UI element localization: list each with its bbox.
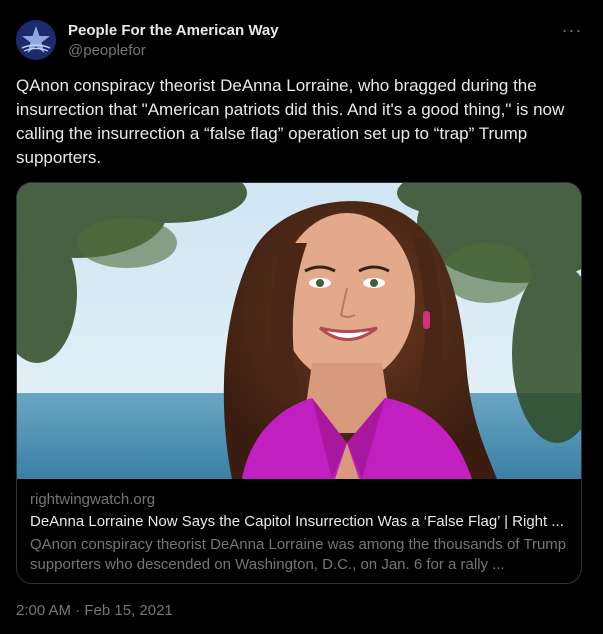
card-description: QAnon conspiracy theorist DeAnna Lorrain… bbox=[30, 536, 567, 573]
link-card[interactable]: rightwingwatch.org DeAnna Lorraine Now S… bbox=[16, 182, 582, 584]
tweet: People For the American Way @peoplefor ·… bbox=[0, 0, 603, 634]
tweet-text: QAnon conspiracy theorist DeAnna Lorrain… bbox=[16, 76, 565, 167]
author-handle[interactable]: @peoplefor bbox=[68, 42, 146, 59]
star-logo-icon bbox=[16, 20, 56, 60]
tweet-timestamp[interactable]: 2:00 AM · Feb 15, 2021 bbox=[16, 602, 173, 619]
card-title[interactable]: DeAnna Lorraine Now Says the Capitol Ins… bbox=[30, 513, 570, 530]
card-image bbox=[17, 183, 581, 479]
more-options-icon[interactable]: ··· bbox=[560, 20, 584, 40]
avatar[interactable] bbox=[16, 20, 56, 60]
author-name[interactable]: People For the American Way bbox=[68, 22, 279, 39]
card-meta: rightwingwatch.org DeAnna Lorraine Now S… bbox=[17, 479, 581, 583]
card-domain: rightwingwatch.org bbox=[30, 491, 156, 508]
